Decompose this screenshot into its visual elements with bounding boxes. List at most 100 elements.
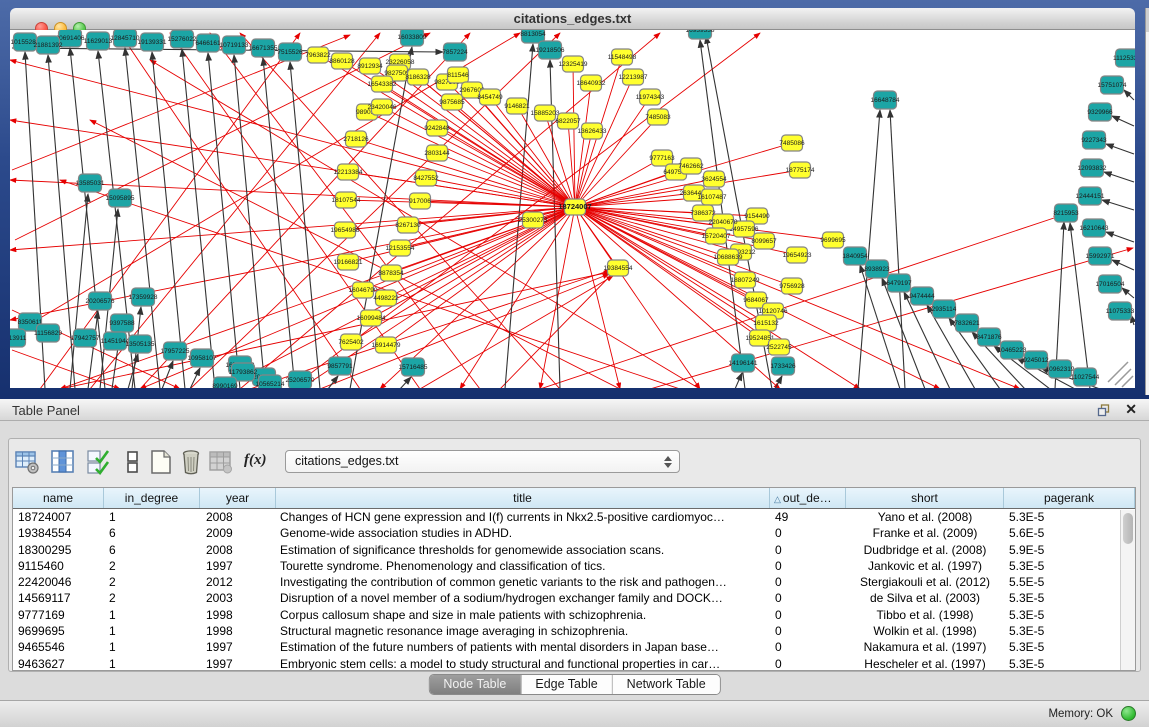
cited-node-16107487[interactable]: 16107487 <box>698 189 727 205</box>
citing-node-15992971[interactable]: 15992971 <box>1086 247 1115 265</box>
citing-node-11125334[interactable]: 11125334 <box>1113 49 1135 67</box>
table-row[interactable]: 2242004622012Investigating the contribut… <box>13 574 1135 590</box>
column-header-out_de[interactable]: △out_de… <box>770 488 846 508</box>
cell-name[interactable]: 9463627 <box>13 656 104 671</box>
cited-node-11548498[interactable]: 11548498 <box>608 49 637 65</box>
citation-edge-black[interactable] <box>890 110 905 388</box>
cell-pagerank[interactable]: 5.3E-5 <box>1004 639 1135 655</box>
citing-node-10565214[interactable]: 10565214 <box>256 375 285 388</box>
citation-edge-black[interactable] <box>1112 116 1134 126</box>
cell-outdeg[interactable]: 0 <box>770 574 846 590</box>
cell-short[interactable]: Tibbo et al. (1998) <box>846 607 1004 623</box>
citation-edge-black[interactable] <box>1112 260 1134 270</box>
citing-node-6466161[interactable]: 6466161 <box>195 34 221 52</box>
citing-node-16671355[interactable]: 16671355 <box>249 39 278 57</box>
cited-node-8099657[interactable]: 8099657 <box>751 233 777 249</box>
citing-node-13505135[interactable]: 13505135 <box>126 335 155 353</box>
citing-node-16210643[interactable]: 16210643 <box>1080 219 1109 237</box>
cell-title[interactable]: Genome-wide association studies in ADHD. <box>276 525 770 541</box>
close-panel-icon[interactable]: ✕ <box>1125 401 1137 418</box>
cell-short[interactable]: Wolkin et al. (1998) <box>846 623 1004 639</box>
network-window-titlebar[interactable]: citations_edges.txt <box>10 8 1135 30</box>
citing-node-12444151[interactable]: 12444151 <box>1076 187 1105 205</box>
citing-node-13585031[interactable]: 13585031 <box>76 174 105 192</box>
cell-title[interactable]: Changes of HCN gene expression and I(f) … <box>276 509 770 525</box>
citation-edge-black[interactable] <box>234 55 265 388</box>
citing-node-7857224[interactable]: 7857224 <box>442 43 468 61</box>
cell-short[interactable]: Dudbridge et al. (2008) <box>846 542 1004 558</box>
cell-indeg[interactable]: 2 <box>104 590 200 606</box>
citing-node-14196141[interactable]: 14196141 <box>729 354 758 372</box>
citing-node-17016504[interactable]: 17016504 <box>1096 275 1125 293</box>
cell-pagerank[interactable]: 5.9E-5 <box>1004 542 1135 558</box>
cell-outdeg[interactable]: 0 <box>770 656 846 671</box>
cell-indeg[interactable]: 1 <box>104 639 200 655</box>
cell-name[interactable]: 22420046 <box>13 574 104 590</box>
citation-edge-black[interactable] <box>182 49 215 388</box>
cell-year[interactable]: 1997 <box>200 558 276 574</box>
citing-node-11629013[interactable]: 11629013 <box>84 32 113 50</box>
cell-title[interactable]: Estimation of the future numbers of pati… <box>276 639 770 655</box>
cited-node-7485086[interactable]: 7485086 <box>779 135 805 151</box>
cell-short[interactable]: Jankovic et al. (1997) <box>846 558 1004 574</box>
network-canvas[interactable]: 1872400779638228860128891293423226058982… <box>10 30 1135 388</box>
cited-node-18775174[interactable]: 18775174 <box>786 162 815 178</box>
cell-short[interactable]: Stergiakouli et al. (2012) <box>846 574 1004 590</box>
cited-node-12325419[interactable]: 12325419 <box>559 56 588 72</box>
citing-node-9227343[interactable]: 9227343 <box>1081 131 1107 149</box>
table-settings-icon[interactable] <box>14 449 40 475</box>
cell-name[interactable]: 14569117 <box>13 590 104 606</box>
cell-name[interactable]: 9115460 <box>13 558 104 574</box>
citing-node-2935114[interactable]: 2935114 <box>932 300 957 318</box>
citing-node-16033809[interactable]: 16033809 <box>398 30 427 46</box>
citation-edge-black[interactable] <box>1124 90 1134 100</box>
cell-indeg[interactable]: 2 <box>104 574 200 590</box>
cell-year[interactable]: 2003 <box>200 590 276 606</box>
column-visibility-icon[interactable] <box>50 449 76 475</box>
citation-edge-black[interactable] <box>1104 172 1134 182</box>
citing-node-7515526[interactable]: 7515526 <box>277 43 303 61</box>
cited-node-7462662[interactable]: 7462662 <box>678 158 704 174</box>
cited-node-16914479[interactable]: 16914479 <box>372 337 401 353</box>
cell-pagerank[interactable]: 5.3E-5 <box>1004 656 1135 671</box>
cell-indeg[interactable]: 6 <box>104 525 200 541</box>
cited-node-9699695[interactable]: 9699695 <box>820 232 846 248</box>
column-header-title[interactable]: title <box>276 488 770 508</box>
table-mode-tabs[interactable]: Node TableEdge TableNetwork Table <box>428 674 720 695</box>
cell-year[interactable]: 2012 <box>200 574 276 590</box>
cell-indeg[interactable]: 6 <box>104 542 200 558</box>
cell-outdeg[interactable]: 0 <box>770 623 846 639</box>
cited-node-16543382[interactable]: 16543382 <box>368 76 397 92</box>
cited-node-6822057[interactable]: 6822057 <box>555 113 581 129</box>
citation-edge-red[interactable] <box>500 271 615 388</box>
cell-title[interactable]: Embryonic stem cells: a model to study s… <box>276 656 770 671</box>
citing-node-10958107[interactable]: 10958107 <box>188 349 217 367</box>
citation-edge-black[interactable] <box>1102 200 1134 210</box>
cell-short[interactable]: Yano et al. (2008) <box>846 509 1004 525</box>
cited-node-9756928[interactable]: 9756928 <box>779 278 805 294</box>
citing-node-12093832[interactable]: 12093832 <box>1078 159 1107 177</box>
cited-node-18640932[interactable]: 18640932 <box>577 75 606 91</box>
cell-year[interactable]: 2009 <box>200 525 276 541</box>
citing-node-9474444[interactable]: 9474444 <box>909 287 935 305</box>
citation-edge-black[interactable] <box>1070 223 1090 388</box>
citing-node-1840954[interactable]: 1840954 <box>842 247 868 265</box>
cited-node-8860128[interactable]: 8860128 <box>329 53 355 69</box>
citing-node-17359928[interactable]: 17359928 <box>129 288 158 306</box>
cell-name[interactable]: 18300295 <box>13 542 104 558</box>
cited-node-15720407[interactable]: 15720407 <box>702 228 731 244</box>
table-row[interactable]: 1938455462009Genome-wide association stu… <box>13 525 1135 541</box>
float-panel-icon[interactable] <box>1097 404 1111 417</box>
citing-node-15276022[interactable]: 15276022 <box>168 30 197 48</box>
citation-edge-black[interactable] <box>1106 144 1134 154</box>
cell-indeg[interactable]: 1 <box>104 623 200 639</box>
citation-edge-red[interactable] <box>140 33 470 388</box>
cell-year[interactable]: 2008 <box>200 542 276 558</box>
table-row[interactable]: 1830029562008Estimation of significance … <box>13 542 1135 558</box>
cell-outdeg[interactable]: 0 <box>770 639 846 655</box>
citation-edge-black[interactable] <box>190 368 200 388</box>
cell-indeg[interactable]: 1 <box>104 656 200 671</box>
citing-node-16648784[interactable]: 16648784 <box>871 91 900 109</box>
citing-node-7832621[interactable]: 7832621 <box>954 314 980 332</box>
cell-pagerank[interactable]: 5.3E-5 <box>1004 607 1135 623</box>
